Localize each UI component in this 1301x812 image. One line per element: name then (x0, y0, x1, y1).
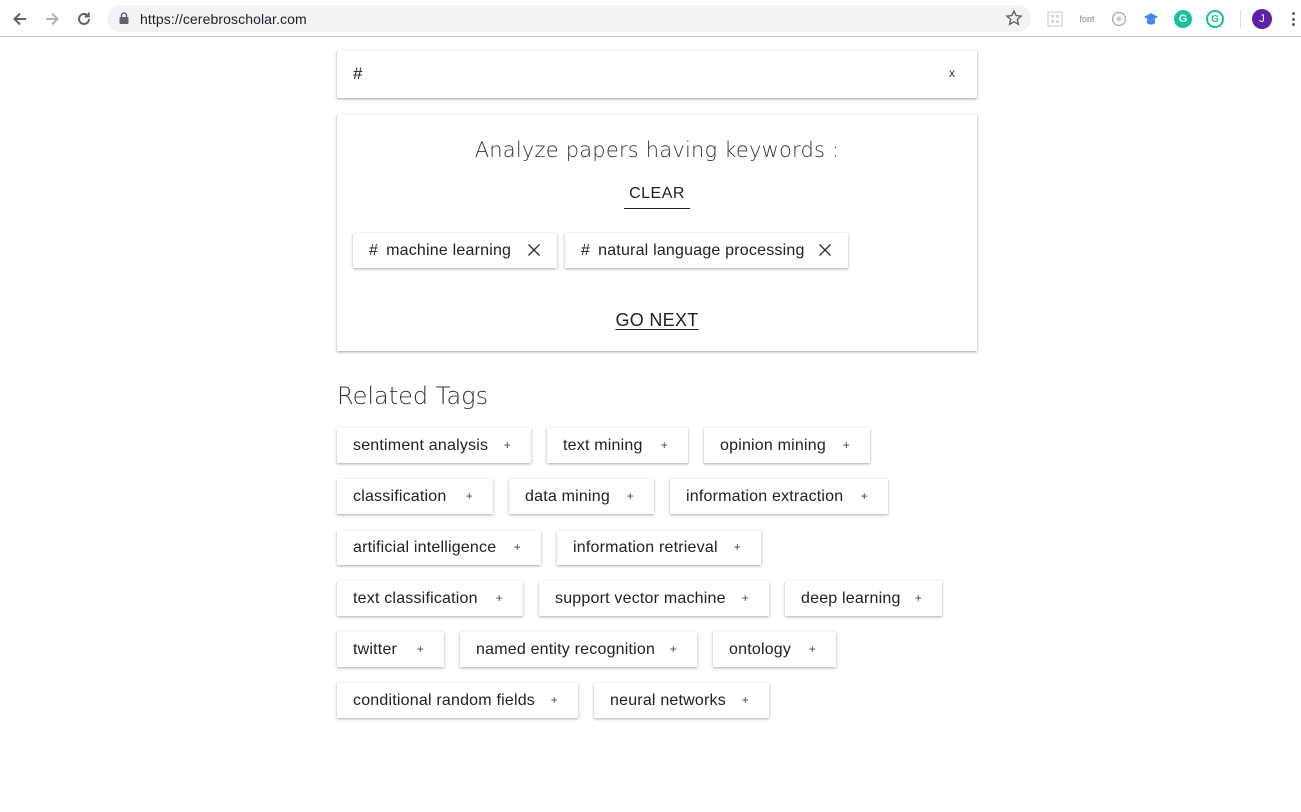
add-tag-icon: + (669, 642, 677, 656)
add-tag-icon: + (842, 438, 850, 452)
analyze-title: Analyze papers having keywords : (474, 138, 840, 162)
remove-keyword-icon[interactable] (527, 243, 541, 257)
reload-icon (78, 12, 90, 25)
back-arrow-icon (13, 12, 26, 26)
url-text: https://cerebroscholar.com (140, 11, 307, 27)
add-tag-icon: + (741, 693, 749, 707)
add-tag-icon: + (503, 438, 511, 452)
related-tag[interactable]: ontology + (713, 632, 836, 667)
related-tag[interactable]: twitter + (337, 632, 444, 667)
related-tag[interactable]: conditional random fields + (337, 683, 578, 718)
tag-label: text classification (353, 589, 478, 607)
toolbar-divider (1240, 10, 1241, 28)
profile-avatar[interactable]: J (1252, 9, 1272, 29)
tag-label: text mining (563, 436, 643, 454)
tag-label: information retrieval (573, 538, 718, 556)
tag-label: support vector machine (555, 589, 726, 607)
add-tag-icon: + (741, 591, 749, 605)
tag-label: twitter (353, 640, 398, 658)
add-tag-icon: + (860, 489, 868, 503)
tag-label: artificial intelligence (353, 538, 497, 556)
related-tag[interactable]: neural networks + (594, 683, 769, 718)
keyword-chip: # machine learning (353, 233, 557, 268)
clear-keywords-button[interactable]: CLEAR (624, 185, 690, 209)
related-tag[interactable]: information extraction + (670, 479, 888, 514)
go-next-button[interactable]: GO NEXT (337, 310, 977, 331)
forward-arrow-icon (46, 12, 59, 26)
tag-label: named entity recognition (476, 640, 656, 658)
keyword-chip: # natural language processing (565, 233, 848, 268)
tag-label: classification (353, 487, 447, 505)
lock-icon (119, 12, 129, 24)
related-tags-title: Related Tags (337, 382, 489, 410)
add-tag-icon: + (626, 489, 634, 503)
add-tag-icon: + (733, 540, 741, 554)
hash-symbol: # (369, 241, 379, 259)
tag-label: information extraction (686, 487, 844, 505)
keyword-search-card: x (337, 50, 977, 98)
keyword-label: machine learning (386, 241, 512, 259)
related-tag[interactable]: classification + (337, 479, 493, 514)
bookmark-star-icon[interactable] (1005, 9, 1023, 27)
related-tag[interactable]: named entity recognition + (460, 632, 697, 667)
related-tag[interactable]: sentiment analysis + (337, 428, 531, 463)
hash-symbol: # (581, 241, 591, 259)
add-tag-icon: + (416, 642, 424, 656)
related-tag[interactable]: text mining + (547, 428, 688, 463)
related-tag[interactable]: support vector machine + (539, 581, 769, 616)
add-tag-icon: + (513, 540, 521, 554)
grammarly-icon[interactable]: G (1174, 10, 1192, 28)
keyword-search-input[interactable] (353, 62, 913, 86)
add-tag-icon: + (914, 591, 922, 605)
search-clear-button[interactable]: x (949, 66, 955, 80)
add-tag-icon: + (660, 438, 668, 452)
related-tag[interactable]: deep learning + (785, 581, 942, 616)
go-next-label: GO NEXT (615, 310, 699, 330)
related-tag[interactable]: artificial intelligence + (337, 530, 541, 565)
tag-label: conditional random fields (353, 691, 535, 709)
browser-menu-icon[interactable] (1287, 10, 1299, 28)
add-tag-icon: + (465, 489, 473, 503)
tag-label: ontology (729, 640, 792, 658)
tag-label: data mining (525, 487, 610, 505)
tag-label: opinion mining (720, 436, 826, 454)
analyze-keywords-card: Analyze papers having keywords : CLEAR #… (337, 114, 977, 351)
forward-button[interactable] (41, 8, 63, 30)
related-tag[interactable]: opinion mining + (704, 428, 870, 463)
reload-button[interactable] (73, 8, 95, 30)
extension-circle-icon[interactable] (1110, 10, 1128, 28)
related-tag[interactable]: data mining + (509, 479, 654, 514)
tag-label: deep learning (801, 589, 901, 607)
add-tag-icon: + (550, 693, 558, 707)
extension-grid-icon[interactable] (1046, 10, 1064, 28)
extension-scholar-cap-icon[interactable] (1142, 10, 1160, 28)
keyword-label: natural language processing (598, 241, 805, 259)
browser-toolbar: https://cerebroscholar.com font G G J (0, 0, 1301, 37)
related-tag[interactable]: text classification + (337, 581, 523, 616)
tag-label: neural networks (610, 691, 726, 709)
address-bar[interactable]: https://cerebroscholar.com (107, 5, 1031, 32)
back-button[interactable] (9, 8, 31, 30)
add-tag-icon: + (495, 591, 503, 605)
remove-keyword-icon[interactable] (818, 243, 832, 257)
grammarly-outline-icon[interactable]: G (1206, 10, 1224, 28)
related-tag[interactable]: information retrieval + (557, 530, 761, 565)
tag-label: sentiment analysis (353, 436, 489, 454)
add-tag-icon: + (808, 642, 816, 656)
extension-font-icon[interactable]: font (1078, 10, 1096, 28)
